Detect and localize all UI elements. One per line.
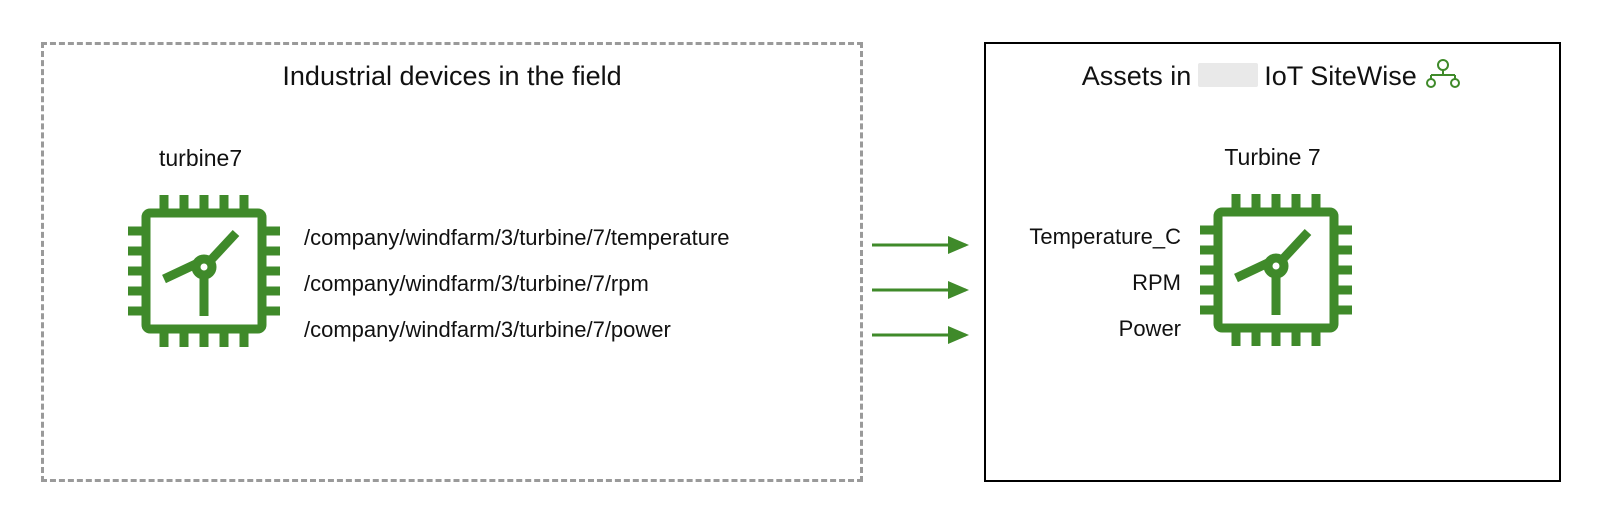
hierarchy-icon	[1423, 57, 1463, 94]
stream-path-power: /company/windfarm/3/turbine/7/power	[304, 317, 730, 343]
asset-name: Turbine 7	[986, 144, 1559, 171]
assets-box-title: Assets in IoT SiteWise	[986, 58, 1559, 95]
property-rpm: RPM	[986, 270, 1181, 296]
sitewise-assets-box: Assets in IoT SiteWise Turbine 7	[984, 42, 1561, 482]
turbine-chip-icon	[114, 181, 294, 366]
property-temperature: Temperature_C	[986, 224, 1181, 250]
turbine-chip-icon	[1186, 180, 1366, 365]
property-power: Power	[986, 316, 1181, 342]
assets-title-prefix: Assets in	[1082, 61, 1192, 91]
data-stream-paths: /company/windfarm/3/turbine/7/temperatur…	[304, 225, 730, 363]
field-devices-box: Industrial devices in the field turbine7	[41, 42, 863, 482]
redacted-brand-name	[1198, 63, 1258, 87]
stream-path-rpm: /company/windfarm/3/turbine/7/rpm	[304, 271, 730, 297]
mapping-arrows	[870, 232, 980, 357]
stream-path-temperature: /company/windfarm/3/turbine/7/temperatur…	[304, 225, 730, 251]
device-field-tag: turbine7	[159, 145, 242, 172]
asset-properties: Temperature_C RPM Power	[986, 224, 1181, 362]
field-devices-title: Industrial devices in the field	[44, 61, 860, 92]
assets-title-suffix: IoT SiteWise	[1264, 61, 1417, 91]
diagram-canvas: Industrial devices in the field turbine7	[0, 0, 1600, 513]
